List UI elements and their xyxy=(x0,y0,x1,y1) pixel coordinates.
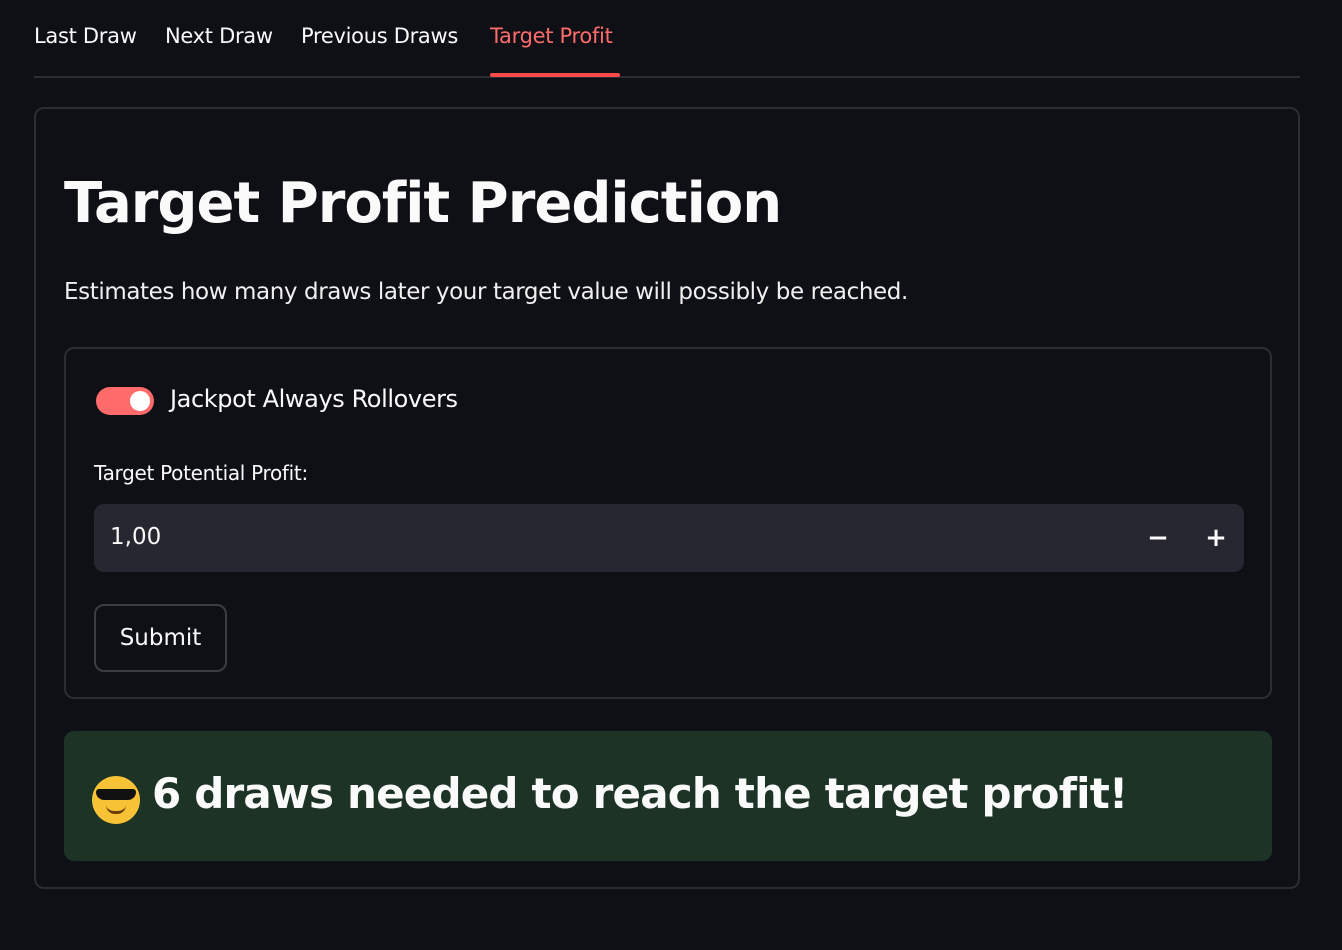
tab-target-profit[interactable]: Target Profit xyxy=(490,24,613,54)
active-tab-indicator xyxy=(490,73,620,77)
result-message: 6 draws needed to reach the target profi… xyxy=(152,769,1128,818)
increment-button[interactable]: + xyxy=(1196,518,1236,558)
tab-previous-draws[interactable]: Previous Draws xyxy=(301,24,458,54)
page-title: Target Profit Prediction xyxy=(64,171,782,236)
target-profit-panel: Target Profit Prediction Estimates how m… xyxy=(34,107,1300,889)
smiling-face-with-sunglasses-icon xyxy=(92,776,140,824)
tab-bar: Last Draw Next Draw Previous Draws Targe… xyxy=(34,0,1300,78)
decrement-button[interactable]: − xyxy=(1138,518,1178,558)
target-profit-input[interactable] xyxy=(110,524,1010,550)
target-profit-label: Target Potential Profit: xyxy=(94,461,308,485)
tab-last-draw[interactable]: Last Draw xyxy=(34,24,137,54)
result-alert: 6 draws needed to reach the target profi… xyxy=(64,731,1272,861)
prediction-form: Jackpot Always Rollovers Target Potentia… xyxy=(64,347,1272,699)
toggle-knob xyxy=(130,391,150,411)
sunglasses-shape xyxy=(96,789,136,800)
submit-button[interactable]: Submit xyxy=(94,604,227,672)
jackpot-rollover-toggle[interactable] xyxy=(96,387,154,415)
smile-shape xyxy=(106,805,126,814)
tab-next-draw[interactable]: Next Draw xyxy=(165,24,273,54)
target-profit-input-container: − + xyxy=(94,504,1244,572)
page-subtitle: Estimates how many draws later your targ… xyxy=(64,279,908,305)
jackpot-rollover-label: Jackpot Always Rollovers xyxy=(170,385,458,413)
